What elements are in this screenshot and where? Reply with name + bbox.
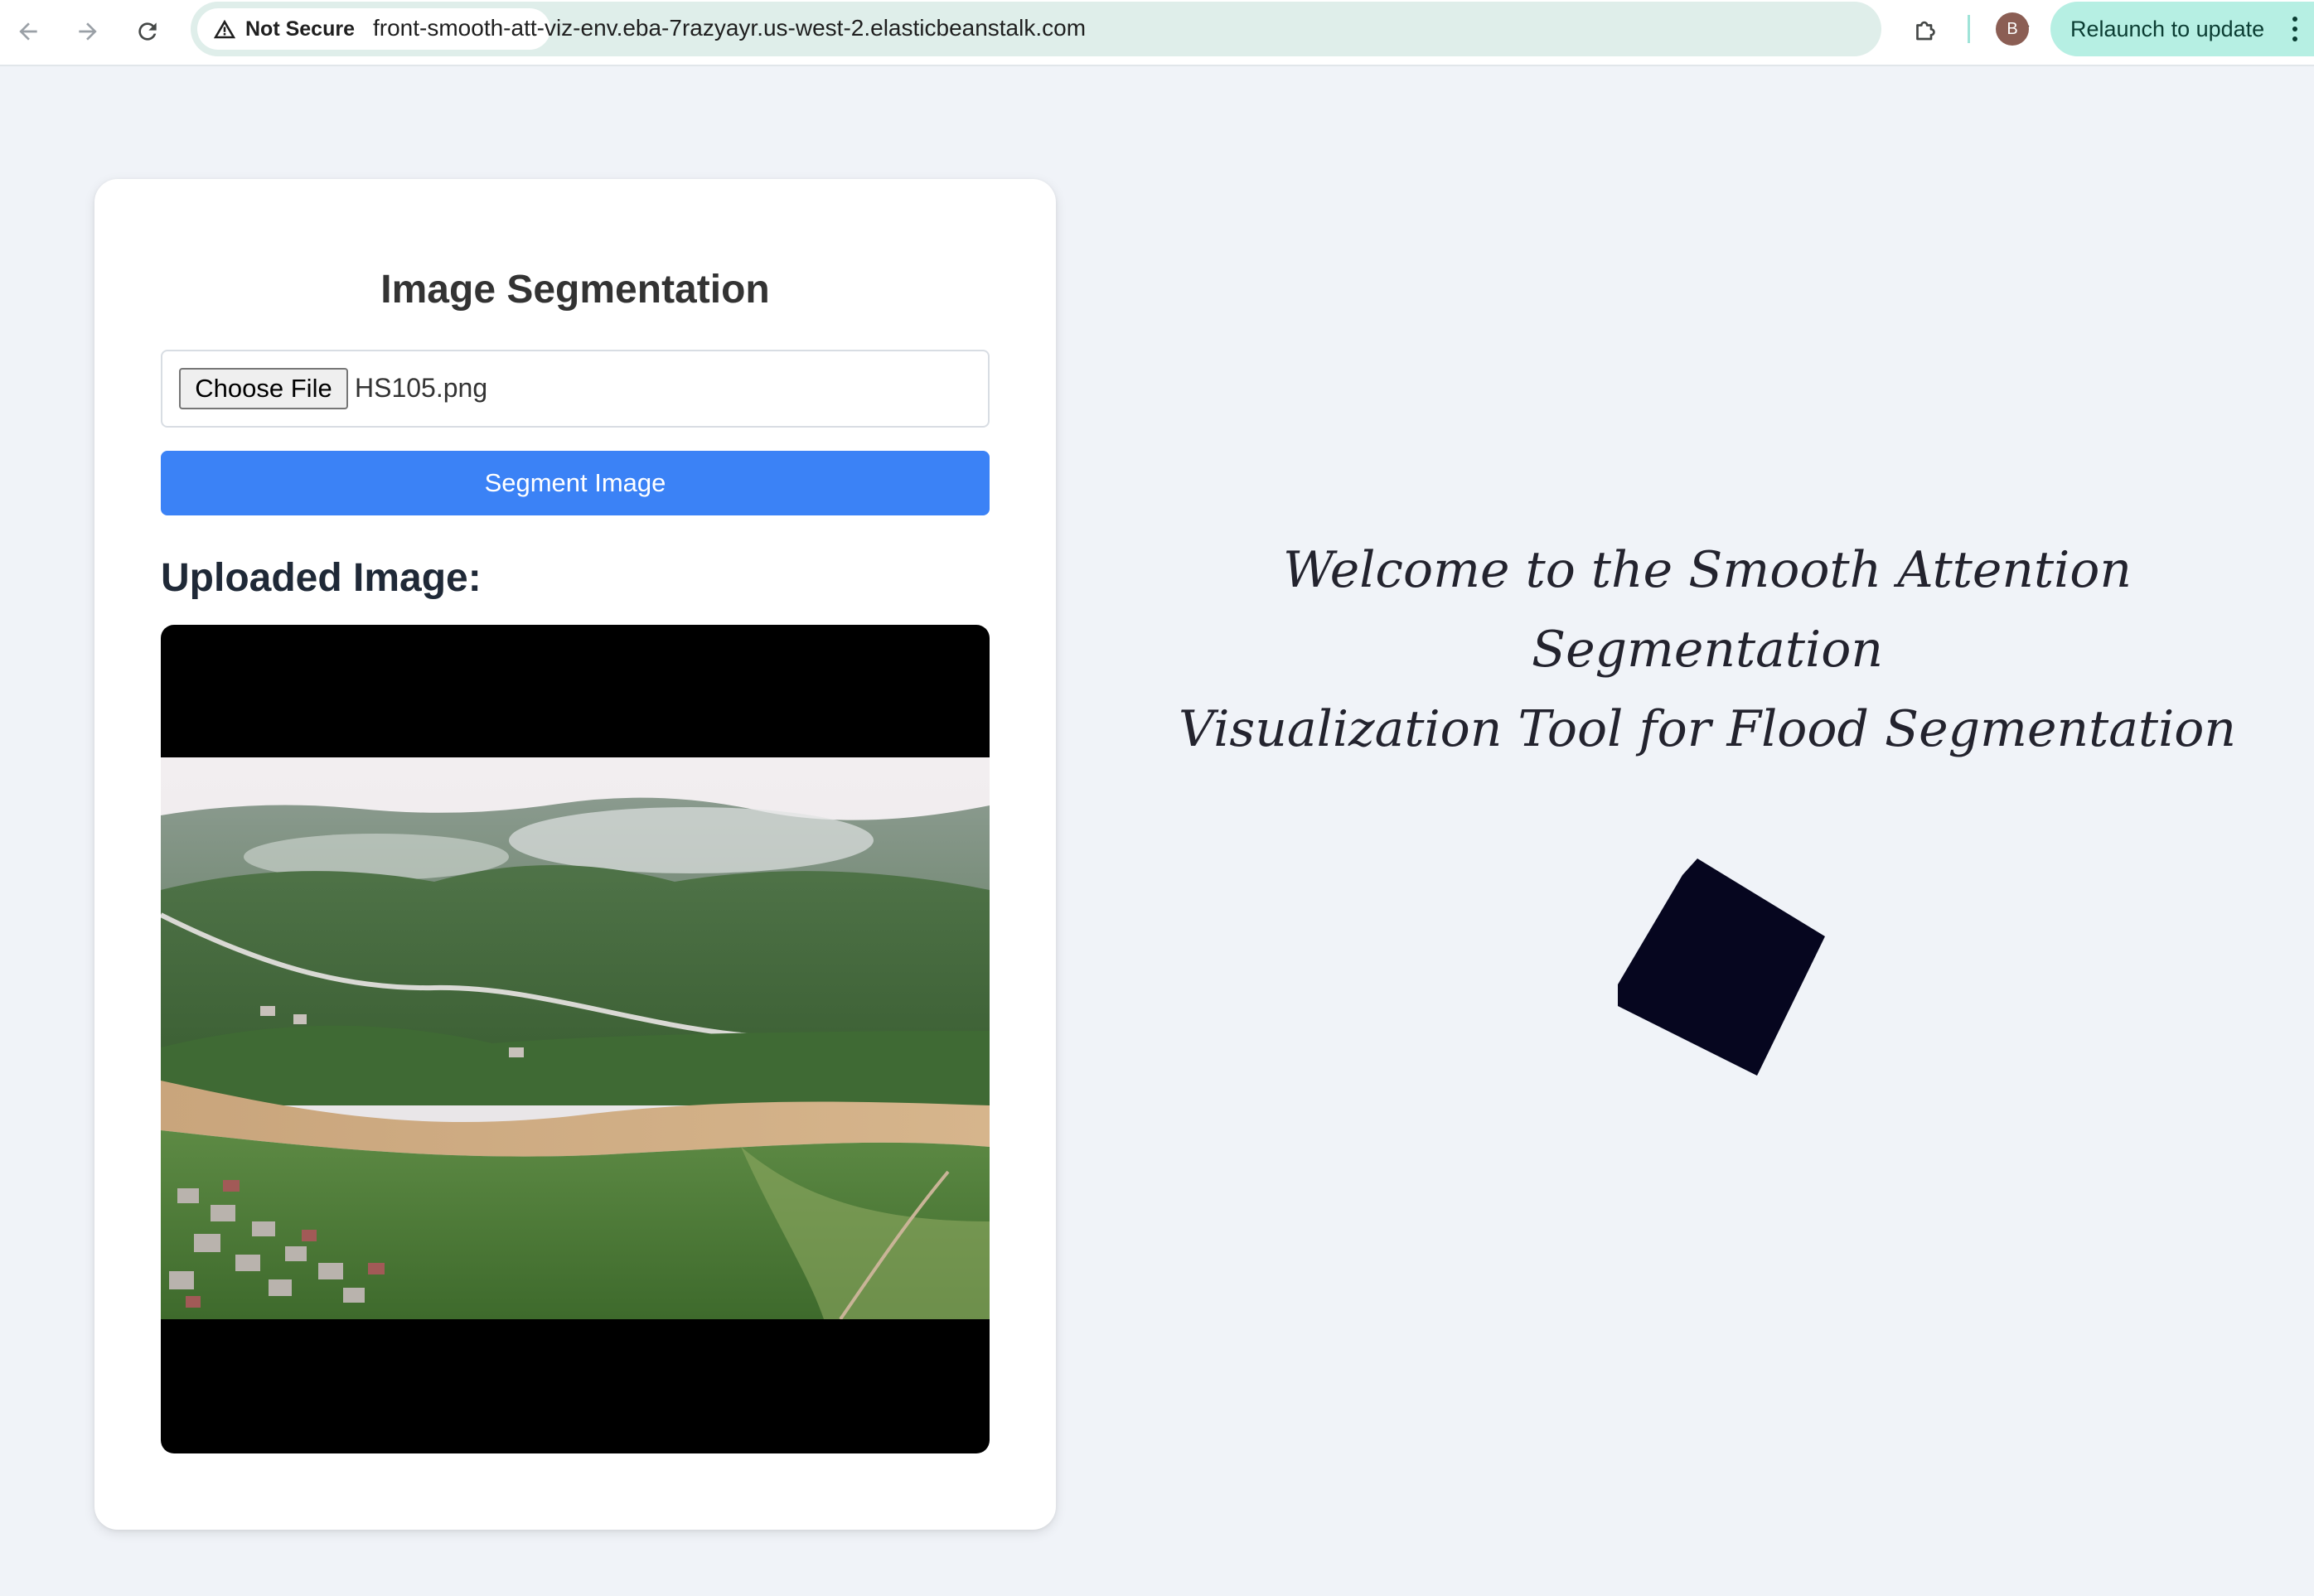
security-label: Not Secure	[245, 17, 355, 41]
uploaded-image-frame	[161, 625, 990, 1453]
segmentation-card: Image Segmentation Choose File HS105.png…	[94, 179, 1056, 1530]
back-button[interactable]	[5, 8, 51, 55]
address-bar[interactable]: Not Secure front-smooth-att-viz-env.eba-…	[191, 2, 2030, 56]
toolbar-divider	[1968, 15, 1970, 43]
uploaded-image	[161, 757, 990, 1319]
url-text[interactable]: front-smooth-att-viz-env.eba-7razyayr.us…	[373, 15, 1086, 41]
welcome-line-2: Visualization Tool for Flood Segmentatio…	[1178, 700, 2237, 758]
kebab-menu-icon[interactable]	[2291, 17, 2299, 41]
warning-icon	[213, 19, 236, 39]
segment-image-button[interactable]: Segment Image	[161, 451, 990, 515]
rotating-cube	[1614, 858, 1830, 1077]
uploaded-image-heading: Uploaded Image:	[161, 556, 482, 600]
welcome-line-1: Welcome to the Smooth Attention Segmenta…	[1282, 541, 2132, 679]
welcome-message: Welcome to the Smooth Attention Segmenta…	[1160, 530, 2254, 769]
puzzle-icon	[1916, 21, 1935, 41]
extensions-button[interactable]	[1903, 8, 1949, 55]
forward-button[interactable]	[65, 8, 111, 55]
card-title: Image Segmentation	[380, 268, 770, 312]
reload-icon	[138, 22, 157, 41]
reload-button[interactable]	[124, 8, 171, 55]
file-input[interactable]: Choose File HS105.png	[161, 350, 990, 428]
choose-file-button[interactable]: Choose File	[179, 368, 348, 409]
selected-file-name: HS105.png	[355, 373, 488, 403]
relaunch-button[interactable]: Relaunch to update	[2050, 2, 2314, 56]
arrow-right-icon	[79, 22, 97, 41]
relaunch-label: Relaunch to update	[2070, 16, 2265, 41]
arrow-left-icon	[19, 22, 37, 41]
browser-toolbar: Not Secure front-smooth-att-viz-env.eba-…	[0, 0, 2314, 66]
profile-avatar[interactable]: B	[1996, 12, 2029, 46]
